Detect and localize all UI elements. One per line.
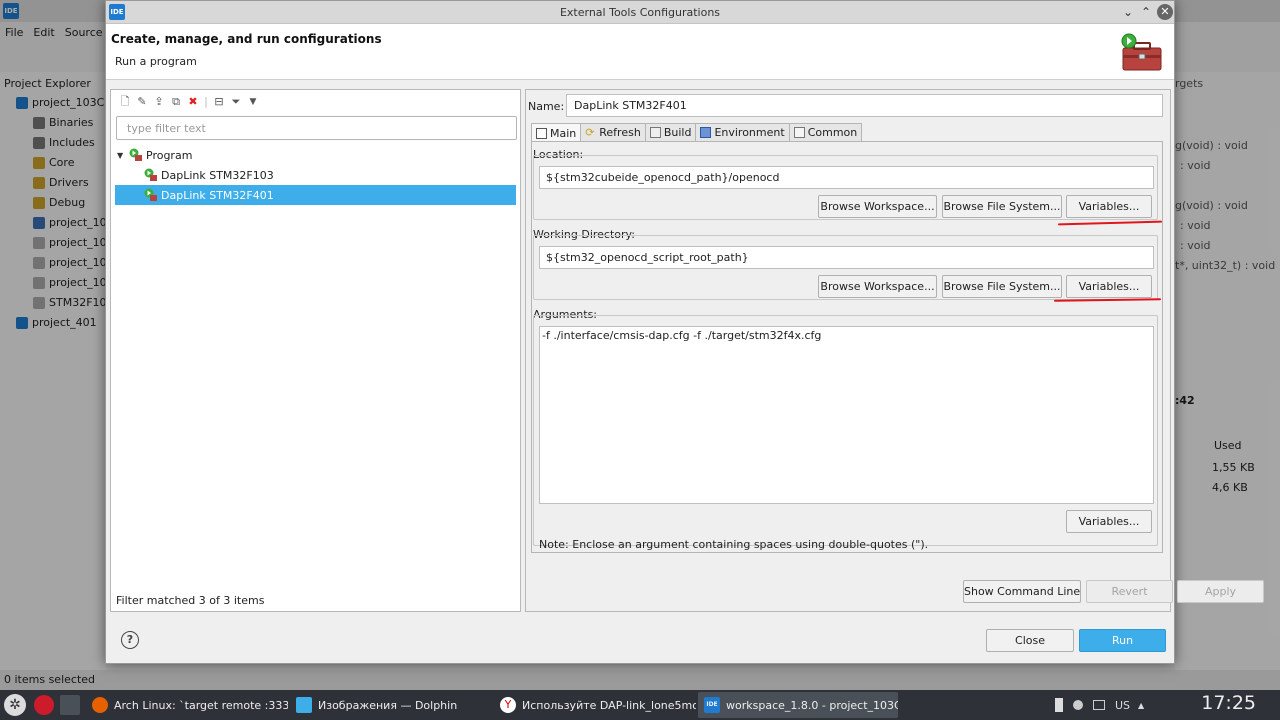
clock[interactable]: 17:25 (1201, 692, 1256, 714)
filter-icon[interactable]: ⏷ (229, 95, 243, 109)
tab-environment[interactable]: Environment (695, 123, 790, 141)
chevron-up-icon[interactable]: ▲ (1138, 701, 1144, 710)
help-button[interactable]: ? (121, 631, 139, 649)
variables-button[interactable]: Variables... (1066, 195, 1152, 218)
header-title: Create, manage, and run configurations (111, 32, 382, 46)
main-tab-icon (536, 127, 547, 139)
network-icon[interactable] (1073, 700, 1083, 710)
task-label: workspace_1.8.0 - project_103C8T... (726, 698, 898, 712)
revert-button[interactable]: Revert (1086, 580, 1173, 603)
chevron-down-icon[interactable]: ⌄ (1120, 4, 1136, 20)
close-button[interactable]: Close (986, 629, 1074, 652)
maximize-icon[interactable]: ⌃ (1138, 4, 1154, 20)
location-field[interactable]: ${stm32cubeide_openocd_path}/openocd (539, 166, 1154, 189)
filter-input[interactable] (116, 116, 517, 140)
yandex-browser-icon: Y (500, 697, 516, 713)
arguments-note: Note: Enclose an argument containing spa… (539, 538, 929, 551)
configurations-pane: 🗋 ✎ ⇪ ⧉ ✖ | ⊟ ⏷ ▼ ▼ Program DapLink STM3… (110, 89, 521, 612)
tab-label: Environment (714, 126, 785, 139)
tab-label: Build (663, 126, 692, 139)
firefox-icon (92, 697, 108, 713)
tree-item-label: DapLink STM32F103 (161, 168, 274, 182)
program-icon (129, 148, 143, 162)
export-icon[interactable]: ⇪ (152, 95, 166, 109)
editor-tabs: Main ⟳ Refresh Build Environment Common (531, 123, 863, 142)
tab-label: Main (550, 126, 577, 140)
task-label: Используйте DAP-link_lone5moo... (522, 698, 696, 712)
expand-arrow-icon[interactable]: ▼ (117, 151, 129, 160)
tab-common[interactable]: Common (788, 123, 863, 141)
task-ide-workspace[interactable]: IDE workspace_1.8.0 - project_103C8T... (698, 692, 898, 718)
main-tab-body: Location: ${stm32cubeide_openocd_path}/o… (531, 141, 1163, 553)
new-configuration-icon[interactable]: 🗋 (118, 95, 132, 109)
configuration-editor: Name: Main ⟳ Refresh Build Environment C… (525, 89, 1264, 612)
working-directory-field[interactable]: ${stm32_openocd_script_root_path} (539, 246, 1154, 269)
display-icon[interactable] (1093, 700, 1105, 710)
tab-label: Common (807, 126, 858, 139)
tab-build[interactable]: Build (644, 123, 697, 141)
duplicate-icon[interactable]: ⧉ (169, 95, 183, 109)
location-group: ${stm32cubeide_openocd_path}/openocd Bro… (533, 155, 1158, 220)
application-launcher-icon[interactable]: ✲ (4, 694, 26, 716)
collapse-all-icon[interactable]: ⊟ (212, 95, 226, 109)
tab-refresh[interactable]: ⟳ Refresh (580, 123, 646, 141)
browse-file-system-button[interactable]: Browse File System... (942, 195, 1062, 218)
dialog-title: External Tools Configurations (559, 6, 721, 19)
task-label: Arch Linux: `target remote :3333` ... (114, 698, 288, 712)
folder-icon (296, 697, 312, 713)
refresh-icon: ⟳ (585, 126, 595, 139)
task-dolphin[interactable]: Изображения — Dolphin (290, 692, 492, 718)
browse-workspace-button[interactable]: Browse Workspace... (818, 195, 937, 218)
variables-button[interactable]: Variables... (1066, 275, 1152, 298)
taskbar: ✲ Arch Linux: `target remote :3333` ... … (0, 690, 1280, 720)
name-field[interactable] (566, 94, 1163, 117)
tab-main[interactable]: Main (531, 123, 582, 142)
arguments-textarea[interactable]: -f ./interface/cmsis-dap.cfg -f ./target… (539, 326, 1154, 504)
terminal-icon[interactable] (60, 695, 80, 715)
arguments-group: -f ./interface/cmsis-dap.cfg -f ./target… (533, 315, 1158, 551)
common-icon (793, 127, 805, 138)
tree-group-program[interactable]: ▼ Program (117, 145, 192, 165)
battery-icon[interactable] (1055, 698, 1063, 712)
toolbox-icon (1121, 33, 1162, 71)
name-label: Name: (528, 100, 565, 113)
apply-button[interactable]: Apply (1177, 580, 1264, 603)
keyboard-layout[interactable]: US (1115, 699, 1130, 712)
task-yandex-browser[interactable]: Y Используйте DAP-link_lone5moo... (494, 692, 696, 718)
header-subtitle: Run a program (115, 55, 197, 68)
close-icon[interactable]: ✕ (1157, 4, 1173, 20)
tree-item-label: DapLink STM32F401 (161, 188, 274, 202)
dialog-header: Create, manage, and run configurations R… (106, 24, 1174, 80)
browse-workspace-button[interactable]: Browse Workspace... (818, 275, 937, 298)
ide-app-icon: IDE (704, 697, 720, 713)
external-tools-dialog: IDE External Tools Configurations ⌄ ⌃ ✕ … (105, 0, 1264, 664)
tree-item-daplink-f103[interactable]: DapLink STM32F103 (144, 165, 516, 185)
tree-group-label: Program (146, 148, 193, 162)
new-prototype-icon[interactable]: ✎ (135, 95, 149, 109)
delete-icon[interactable]: ✖ (186, 95, 200, 109)
filter-status: Filter matched 3 of 3 items (116, 594, 265, 607)
tree-item-daplink-f401[interactable]: DapLink STM32F401 (115, 185, 516, 205)
program-icon (144, 168, 158, 182)
build-icon (649, 127, 661, 138)
environment-icon (700, 127, 712, 138)
run-button[interactable]: Run (1079, 629, 1166, 652)
dialog-titlebar: IDE External Tools Configurations ⌄ ⌃ ✕ (106, 1, 1174, 24)
program-icon (144, 188, 158, 202)
chevron-down-icon[interactable]: ▼ (246, 95, 260, 109)
show-command-line-button[interactable]: Show Command Line (963, 580, 1081, 603)
opera-icon[interactable] (34, 695, 54, 715)
separator: | (204, 95, 208, 108)
tab-label: Refresh (599, 126, 641, 139)
configurations-toolbar: 🗋 ✎ ⇪ ⧉ ✖ | ⊟ ⏷ ▼ (118, 94, 260, 110)
browse-file-system-button[interactable]: Browse File System... (942, 275, 1062, 298)
system-tray: US ▲ (1055, 694, 1150, 716)
variables-button[interactable]: Variables... (1066, 510, 1152, 533)
task-label: Изображения — Dolphin (318, 698, 458, 712)
working-directory-group: ${stm32_openocd_script_root_path} Browse… (533, 235, 1158, 300)
task-terminal[interactable]: Arch Linux: `target remote :3333` ... (86, 692, 288, 718)
